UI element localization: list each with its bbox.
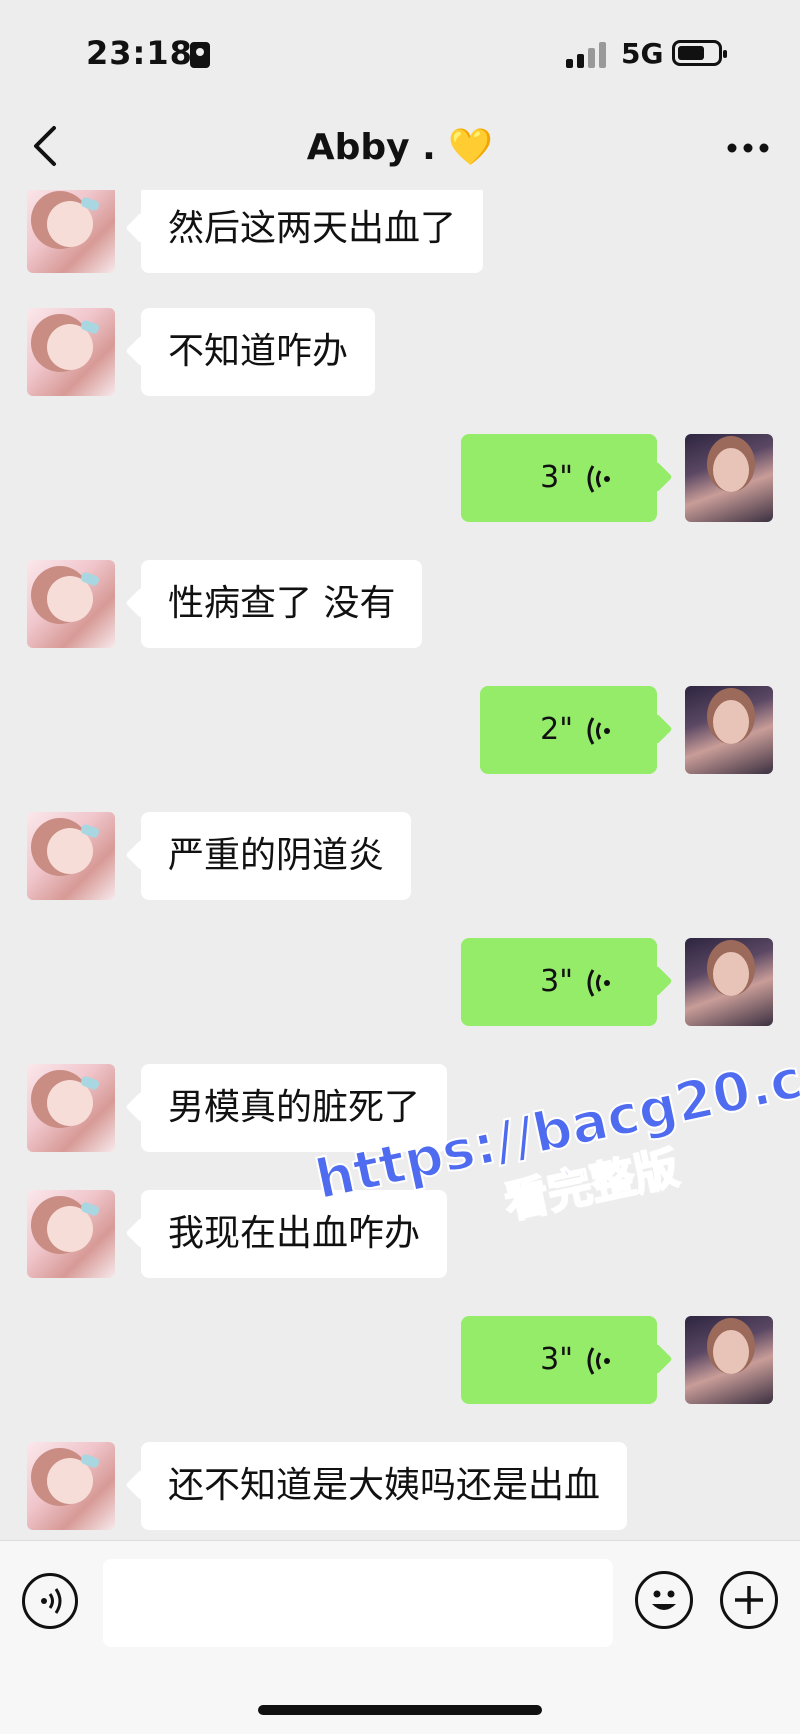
message-row: 3": [0, 1316, 800, 1406]
message-bubble-received[interactable]: 还不知道是大姨吗还是出血: [141, 1442, 628, 1530]
voice-duration: 3": [540, 460, 573, 495]
voice-mode-button[interactable]: [22, 1573, 78, 1629]
message-input[interactable]: [103, 1559, 613, 1647]
contact-avatar[interactable]: [27, 1190, 115, 1278]
voice-message-bubble[interactable]: 3": [461, 1316, 657, 1404]
voice-duration: 3": [540, 964, 573, 999]
contact-avatar[interactable]: [27, 1064, 115, 1152]
voice-message-bubble[interactable]: 2": [480, 686, 657, 774]
plus-icon: [735, 1586, 763, 1614]
voice-wave-icon: [587, 969, 610, 997]
heart-emoji: 💛: [448, 127, 494, 168]
voice-wave-icon: [587, 1347, 610, 1375]
message-row: 我现在出血咋办: [0, 1190, 800, 1280]
message-bubble-received[interactable]: 我现在出血咋办: [141, 1190, 448, 1278]
contact-avatar[interactable]: [27, 812, 115, 900]
chat-header: Abby . 💛: [0, 110, 800, 190]
more-button[interactable]: [726, 126, 770, 179]
emoji-icon: [652, 1590, 676, 1610]
message-bubble-received[interactable]: 不知道咋办: [141, 308, 376, 396]
status-time: 23:18: [86, 34, 193, 72]
voice-duration: 2": [540, 712, 573, 747]
message-row: 男模真的脏死了: [0, 1064, 800, 1154]
my-avatar[interactable]: [685, 938, 773, 1026]
message-bubble-received[interactable]: 性病查了 没有: [141, 560, 423, 648]
voice-mode-icon: [41, 1588, 62, 1614]
contact-avatar[interactable]: [27, 308, 115, 396]
message-row: 3": [0, 938, 800, 1028]
message-bubble-received[interactable]: 然后这两天出血了: [141, 190, 484, 273]
contact-avatar[interactable]: [27, 190, 115, 273]
voice-message-bubble[interactable]: 3": [461, 938, 657, 1026]
my-avatar[interactable]: [685, 434, 773, 522]
my-avatar[interactable]: [685, 686, 773, 774]
contact-avatar[interactable]: [27, 1442, 115, 1530]
message-bubble-received[interactable]: 男模真的脏死了: [141, 1064, 448, 1152]
message-list[interactable]: 然后这两天出血了 不知道咋办 3" 性病查了 没有 2" 严重的阴道炎 3" 男…: [0, 190, 800, 1540]
message-row: 3": [0, 434, 800, 524]
message-row: 然后这两天出血了: [0, 190, 800, 275]
voice-wave-icon: [587, 465, 610, 493]
status-bar: 23:18 5G: [0, 0, 800, 110]
more-dots-icon: [727, 143, 769, 153]
message-row: 还不知道是大姨吗还是出血: [0, 1442, 800, 1532]
home-indicator[interactable]: [258, 1705, 542, 1715]
battery-icon: [672, 40, 727, 66]
voice-message-bubble[interactable]: 3": [461, 434, 657, 522]
message-bubble-received[interactable]: 严重的阴道炎: [141, 812, 412, 900]
input-bar: [0, 1540, 800, 1734]
message-row: 严重的阴道炎: [0, 812, 800, 902]
message-row: 性病查了 没有: [0, 560, 800, 650]
network-type: 5G: [621, 37, 664, 70]
more-actions-button[interactable]: [720, 1571, 778, 1629]
voice-duration: 3": [540, 1342, 573, 1377]
cellular-signal-icon: [566, 40, 610, 68]
message-row: 不知道咋办: [0, 308, 800, 398]
voice-wave-icon: [587, 717, 610, 745]
my-avatar[interactable]: [685, 1316, 773, 1404]
message-row: 2": [0, 686, 800, 776]
chat-title: Abby . 💛: [0, 126, 800, 168]
emoji-button[interactable]: [635, 1571, 693, 1629]
contact-name: Abby .: [306, 127, 436, 168]
orientation-lock-icon: [190, 42, 210, 68]
contact-avatar[interactable]: [27, 560, 115, 648]
